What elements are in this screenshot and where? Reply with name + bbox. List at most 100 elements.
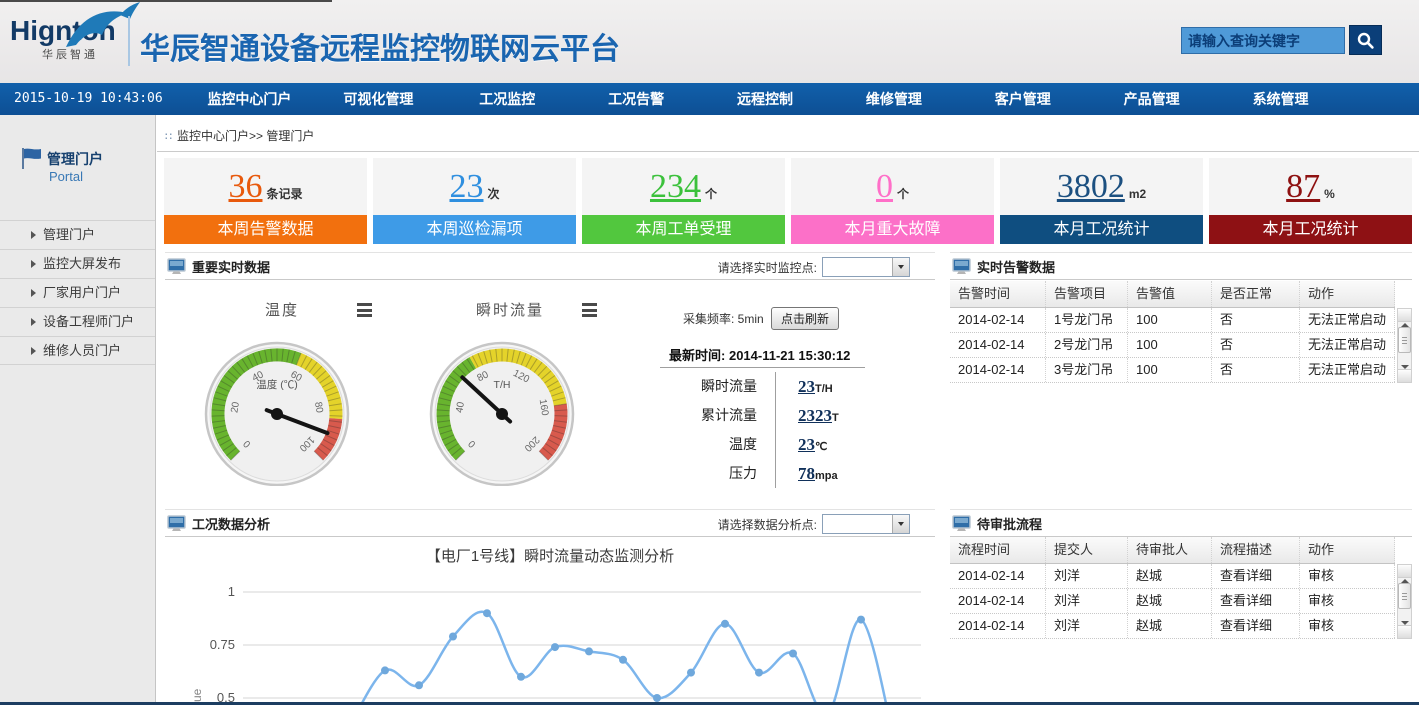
reading-unit: T	[832, 412, 839, 424]
scroll-up-icon[interactable]	[1398, 565, 1411, 578]
chevron-down-icon[interactable]	[892, 515, 909, 533]
sidebar-item-factory-user[interactable]: 厂家用户门户	[0, 278, 155, 307]
stat-value[interactable]: 0	[876, 170, 893, 204]
section-pending-approvals: 待审批流程	[950, 509, 1412, 537]
alarm-table-scrollbar[interactable]	[1397, 308, 1412, 383]
cell-alarm-item: 3号龙门吊	[1046, 358, 1128, 382]
breadcrumb-divider	[157, 151, 1419, 152]
section-title: 待审批流程	[977, 514, 1042, 533]
stat-unit: 个	[897, 185, 909, 202]
cell-submitter: 刘洋	[1046, 564, 1128, 588]
stat-card-work-orders[interactable]: 234个 本周工单受理	[582, 158, 785, 244]
approval-table-scrollbar[interactable]	[1397, 564, 1412, 639]
sidebar-item-admin-portal[interactable]: 管理门户	[0, 220, 155, 249]
sidebar: 管理门户 Portal 管理门户 监控大屏发布 厂家用户门户 设备工程师门户 维…	[0, 115, 156, 705]
nav-item-system[interactable]: 系统管理	[1216, 83, 1345, 115]
cell-detail-link[interactable]: 查看详细	[1212, 589, 1300, 613]
search-button[interactable]	[1349, 25, 1382, 55]
reading-label: 累计流量	[635, 401, 775, 430]
cell-action[interactable]: 无法正常启动	[1300, 333, 1395, 357]
col-header: 告警时间	[950, 281, 1046, 307]
nav-item-condition-monitor[interactable]: 工况监控	[443, 83, 572, 115]
scrollbar-thumb[interactable]	[1398, 327, 1411, 353]
sidebar-item-device-engineer[interactable]: 设备工程师门户	[0, 307, 155, 336]
cell-action[interactable]: 无法正常启动	[1300, 308, 1395, 332]
chevron-down-icon[interactable]	[892, 258, 909, 276]
reading-label: 压力	[635, 459, 775, 488]
gauge-title-flow: 瞬时流量	[450, 299, 570, 320]
cell-is-normal: 否	[1212, 333, 1300, 357]
stat-card-alarms[interactable]: 36条记录 本周告警数据	[164, 158, 367, 244]
approval-table: 流程时间 提交人 待审批人 流程描述 动作 2014-02-14 刘洋 赵城 查…	[950, 537, 1412, 639]
cell-approver: 赵城	[1128, 589, 1212, 613]
cell-alarm-value: 100	[1128, 333, 1212, 357]
antelope-logo-icon	[62, 1, 142, 49]
approval-row[interactable]: 2014-02-14 刘洋 赵城 查看详细 审核	[950, 614, 1395, 639]
cell-audit-link[interactable]: 审核	[1300, 614, 1395, 638]
latest-time-value: 2014-11-21 15:30:12	[729, 348, 850, 363]
gauge-title-temperature: 温度	[232, 299, 332, 320]
search-input[interactable]	[1182, 28, 1344, 53]
header-divider	[128, 16, 130, 66]
sidebar-item-maintenance-staff[interactable]: 维修人员门户	[0, 336, 155, 365]
menu-hamburger-icon[interactable]	[357, 303, 372, 320]
collect-frequency: 采集频率: 5min 点击刷新	[683, 307, 839, 330]
cell-detail-link[interactable]: 查看详细	[1212, 564, 1300, 588]
approval-row[interactable]: 2014-02-14 刘洋 赵城 查看详细 审核	[950, 564, 1395, 589]
nav-item-customer[interactable]: 客户管理	[958, 83, 1087, 115]
sidebar-item-big-screen[interactable]: 监控大屏发布	[0, 249, 155, 278]
reading-unit: ℃	[815, 441, 827, 453]
scroll-down-icon[interactable]	[1398, 369, 1411, 382]
cell-submitter: 刘洋	[1046, 589, 1128, 613]
nav-item-condition-alarm[interactable]: 工况告警	[572, 83, 701, 115]
menu-hamburger-icon[interactable]	[582, 303, 597, 320]
svg-text:80: 80	[312, 401, 325, 414]
stat-unit: 条记录	[266, 185, 302, 202]
cell-audit-link[interactable]: 审核	[1300, 564, 1395, 588]
alarm-row[interactable]: 2014-02-14 2号龙门吊 100 否 无法正常启动	[950, 333, 1395, 358]
platform-title: 华辰智通设备远程监控物联网云平台	[140, 24, 620, 68]
alarm-row[interactable]: 2014-02-14 3号龙门吊 100 否 无法正常启动	[950, 358, 1395, 383]
col-header: 流程描述	[1212, 537, 1300, 563]
stat-value[interactable]: 234	[650, 170, 701, 204]
svg-text:1: 1	[228, 584, 235, 599]
refresh-button[interactable]: 点击刷新	[771, 307, 839, 330]
monitor-icon	[952, 515, 971, 532]
stat-card-condition-area[interactable]: 3802m2 本月工况统计	[1000, 158, 1203, 244]
alarm-row[interactable]: 2014-02-14 1号龙门吊 100 否 无法正常启动	[950, 308, 1395, 333]
main-navbar: 2015-10-19 10:43:06 监控中心门户 可视化管理 工况监控 工况…	[0, 83, 1419, 115]
stat-value[interactable]: 3802	[1057, 170, 1125, 204]
temperature-gauge: 020406080100温度 (℃)	[202, 336, 352, 486]
stat-value[interactable]: 23	[449, 170, 483, 204]
cell-action[interactable]: 无法正常启动	[1300, 358, 1395, 382]
stat-value[interactable]: 87	[1286, 170, 1320, 204]
scroll-up-icon[interactable]	[1398, 309, 1411, 322]
scrollbar-thumb[interactable]	[1398, 583, 1411, 609]
cell-detail-link[interactable]: 查看详细	[1212, 614, 1300, 638]
stat-card-inspection[interactable]: 23次 本周巡检漏项	[373, 158, 576, 244]
stat-card-condition-rate[interactable]: 87% 本月工况统计	[1209, 158, 1412, 244]
approval-row[interactable]: 2014-02-14 刘洋 赵城 查看详细 审核	[950, 589, 1395, 614]
nav-timestamp: 2015-10-19 10:43:06	[14, 83, 163, 115]
monitor-point-select[interactable]	[822, 257, 910, 277]
cell-audit-link[interactable]: 审核	[1300, 589, 1395, 613]
nav-item-monitor-center[interactable]: 监控中心门户	[185, 83, 314, 115]
nav-item-visualization[interactable]: 可视化管理	[314, 83, 443, 115]
reading-row: 瞬时流量 23T/H	[635, 372, 925, 401]
nav-menu: 监控中心门户 可视化管理 工况监控 工况告警 远程控制 维修管理 客户管理 产品…	[185, 83, 1345, 115]
stat-card-major-faults[interactable]: 0个 本月重大故障	[791, 158, 994, 244]
reading-value: 23	[798, 435, 815, 454]
nav-item-maintenance[interactable]: 维修管理	[829, 83, 958, 115]
scroll-down-icon[interactable]	[1398, 625, 1411, 638]
cell-alarm-item: 1号龙门吊	[1046, 308, 1128, 332]
col-header: 动作	[1300, 281, 1395, 307]
nav-item-remote-control[interactable]: 远程控制	[701, 83, 830, 115]
sidebar-item-label: 管理门户	[43, 227, 95, 242]
stat-value[interactable]: 36	[228, 170, 262, 204]
reading-row: 温度 23℃	[635, 430, 925, 459]
nav-item-product[interactable]: 产品管理	[1087, 83, 1216, 115]
svg-text:T/H: T/H	[494, 379, 511, 391]
latest-time-label: 最新时间:	[669, 348, 725, 363]
app-root: Hignton 华辰智通 华辰智通设备远程监控物联网云平台 2015-10-19…	[0, 0, 1419, 705]
analysis-point-select[interactable]	[822, 514, 910, 534]
